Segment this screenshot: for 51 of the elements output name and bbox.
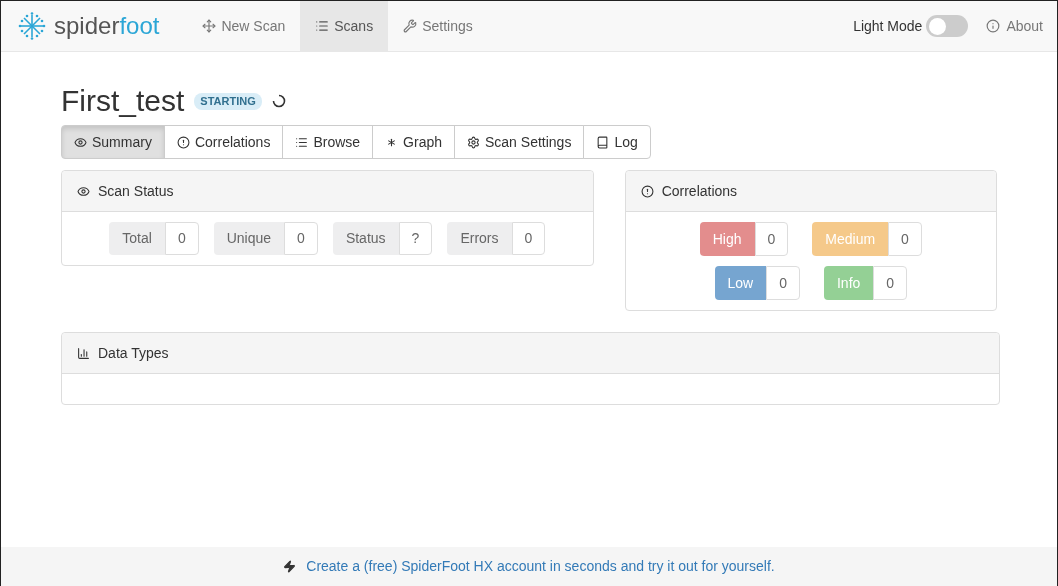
panel-title: Scan Status xyxy=(98,181,174,201)
light-mode-label: Light Mode xyxy=(853,16,923,36)
bar-chart-icon xyxy=(77,346,90,360)
tab[interactable]: Graph xyxy=(372,125,455,159)
info-icon xyxy=(986,19,1001,33)
tab[interactable]: Correlations xyxy=(163,125,284,159)
list-icon xyxy=(315,19,330,33)
alert-icon xyxy=(176,135,190,149)
panel-title: Correlations xyxy=(661,181,738,201)
severity-label: Info xyxy=(824,266,874,300)
tab[interactable]: Browse xyxy=(282,125,374,159)
alert-icon xyxy=(640,184,654,198)
stat-value: 0 xyxy=(511,222,546,255)
nav-item[interactable]: New Scan xyxy=(187,1,301,51)
crosshair-icon xyxy=(202,19,217,33)
severity-label: Low xyxy=(714,266,767,300)
eye-icon xyxy=(74,135,87,149)
spider-logo-icon xyxy=(18,12,46,40)
promo-link[interactable]: Create a (free) SpiderFoot HX account in seconds and try it out for yourself. xyxy=(306,556,775,577)
stat-value: 0 xyxy=(284,222,318,255)
lightning-icon xyxy=(283,560,297,573)
about-link[interactable]: About xyxy=(986,15,1043,37)
severity-label: High xyxy=(699,222,755,256)
severity-count: 0 xyxy=(766,266,800,300)
stat-label: Status xyxy=(332,222,399,255)
severity-label: Medium xyxy=(812,222,889,256)
tab[interactable]: Log xyxy=(583,125,651,159)
severity-count: 0 xyxy=(754,222,789,256)
severity-count: 0 xyxy=(873,266,908,300)
light-mode-toggle[interactable] xyxy=(926,15,969,37)
status-badge: STARTING xyxy=(194,92,262,110)
book-icon xyxy=(596,135,610,149)
stat-value: 0 xyxy=(164,222,199,255)
loading-spinner-icon xyxy=(271,94,286,108)
stat-label: Total xyxy=(109,222,165,255)
eye-icon xyxy=(77,184,90,198)
gear-icon xyxy=(467,135,480,149)
list-icon xyxy=(295,135,309,149)
nav-item[interactable]: Settings xyxy=(388,1,488,51)
stat-value: ? xyxy=(398,222,433,255)
panel-title: Data Types xyxy=(98,343,169,363)
tab[interactable]: Scan Settings xyxy=(454,125,585,159)
severity-count: 0 xyxy=(888,222,922,256)
wrench-icon xyxy=(403,19,418,33)
stat-label: Errors xyxy=(447,222,512,255)
logo-wordmark: spiderfoot xyxy=(54,14,160,38)
nav-item[interactable]: Scans xyxy=(300,1,389,51)
tab[interactable]: Summary xyxy=(61,125,165,159)
logo[interactable]: spiderfoot xyxy=(1,1,188,51)
scan-title: First_test xyxy=(61,86,185,116)
stat-label: Unique xyxy=(213,222,285,255)
